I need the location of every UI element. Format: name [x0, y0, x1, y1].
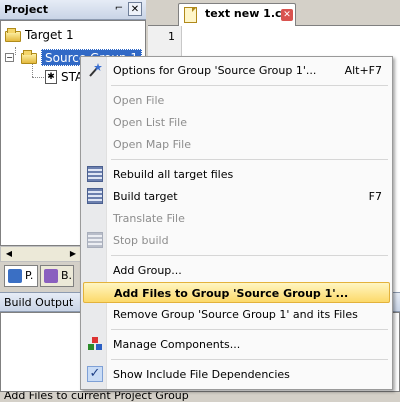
- menu-item-label: Build target: [113, 190, 178, 203]
- editor-file-tab-label: text new 1.c: [205, 7, 282, 20]
- menu-item-manage-components[interactable]: Manage Components...: [83, 334, 390, 355]
- menu-item-translate-file[interactable]: Translate File: [83, 208, 390, 229]
- build-icon: [87, 188, 103, 204]
- pin-icon[interactable]: ⌐: [112, 2, 126, 16]
- menu-item-open-file[interactable]: Open File: [83, 90, 390, 111]
- status-bar: Add Files to current Project Group: [0, 392, 400, 402]
- menu-item-label: Remove Group 'Source Group 1' and its Fi…: [113, 308, 358, 321]
- scroll-left-icon[interactable]: ◀: [1, 247, 17, 261]
- tab-books[interactable]: B.: [40, 265, 74, 287]
- menu-item-add-group[interactable]: Add Group...: [83, 260, 390, 281]
- menu-item-build-target[interactable]: Build target F7: [83, 186, 390, 207]
- menu-item-options-for-group[interactable]: Options for Group 'Source Group 1'... Al…: [83, 60, 390, 81]
- editor-file-tab[interactable]: text new 1.c ✕: [178, 3, 296, 26]
- menu-item-add-files-to-group[interactable]: Add Files to Group 'Source Group 1'...: [83, 282, 390, 303]
- menu-separator: [111, 329, 388, 330]
- scroll-right-icon[interactable]: ▶: [65, 247, 81, 261]
- tab-books-label: B.: [61, 269, 73, 282]
- tab-project[interactable]: P.: [4, 265, 38, 287]
- menu-item-label: Open Map File: [113, 138, 191, 151]
- target-folder-icon: [5, 28, 21, 42]
- context-menu: Options for Group 'Source Group 1'... Al…: [80, 56, 393, 390]
- line-number: 1: [168, 30, 175, 43]
- tree-item-target[interactable]: Target 1: [3, 27, 143, 45]
- checkmark-icon: ✓: [87, 366, 103, 382]
- menu-item-label: Options for Group 'Source Group 1'...: [113, 64, 317, 77]
- menu-item-label: Translate File: [113, 212, 185, 225]
- project-tab-icon: [8, 269, 22, 283]
- menu-separator: [111, 85, 388, 86]
- components-icon: [87, 336, 103, 352]
- stop-build-icon: [87, 232, 103, 248]
- menu-item-stop-build[interactable]: Stop build: [83, 230, 390, 251]
- menu-item-shortcut: Alt+F7: [344, 64, 382, 77]
- menu-item-label: Open File: [113, 94, 165, 107]
- close-tab-icon[interactable]: ✕: [281, 9, 293, 21]
- document-icon: [184, 7, 197, 23]
- menu-separator: [111, 255, 388, 256]
- menu-item-label: Add Files to Group 'Source Group 1'...: [114, 287, 349, 300]
- menu-item-label: Open List File: [113, 116, 188, 129]
- collapse-icon[interactable]: −: [5, 53, 14, 62]
- menu-item-label: Rebuild all target files: [113, 168, 234, 181]
- rebuild-icon: [87, 166, 103, 182]
- project-pane-header: Project ⌐ ✕: [0, 0, 146, 20]
- menu-item-shortcut: F7: [368, 190, 382, 203]
- menu-item-label: Show Include File Dependencies: [113, 368, 290, 381]
- tree-connector: [32, 77, 44, 78]
- menu-item-remove-group[interactable]: Remove Group 'Source Group 1' and its Fi…: [83, 304, 390, 325]
- menu-item-show-include-deps[interactable]: ✓ Show Include File Dependencies: [83, 364, 390, 385]
- build-output-title: Build Output: [4, 296, 74, 309]
- menu-item-open-map-file[interactable]: Open Map File: [83, 134, 390, 155]
- editor-tab-strip: text new 1.c ✕: [148, 0, 400, 26]
- tab-project-label: P.: [25, 269, 34, 282]
- menu-item-label: Stop build: [113, 234, 169, 247]
- magic-wand-icon: [87, 62, 103, 78]
- status-text: Add Files to current Project Group: [4, 392, 189, 402]
- menu-item-label: Add Group...: [113, 264, 182, 277]
- books-tab-icon: [44, 269, 58, 283]
- c-file-icon: ✱: [45, 70, 57, 84]
- menu-item-label: Manage Components...: [113, 338, 241, 351]
- close-icon[interactable]: ✕: [128, 2, 142, 16]
- project-pane-title: Project: [4, 3, 49, 16]
- menu-item-rebuild-all[interactable]: Rebuild all target files: [83, 164, 390, 185]
- menu-separator: [111, 359, 388, 360]
- menu-separator: [111, 159, 388, 160]
- group-folder-icon: [21, 50, 37, 64]
- menu-item-open-list-file[interactable]: Open List File: [83, 112, 390, 133]
- tree-item-target-label: Target 1: [25, 28, 74, 42]
